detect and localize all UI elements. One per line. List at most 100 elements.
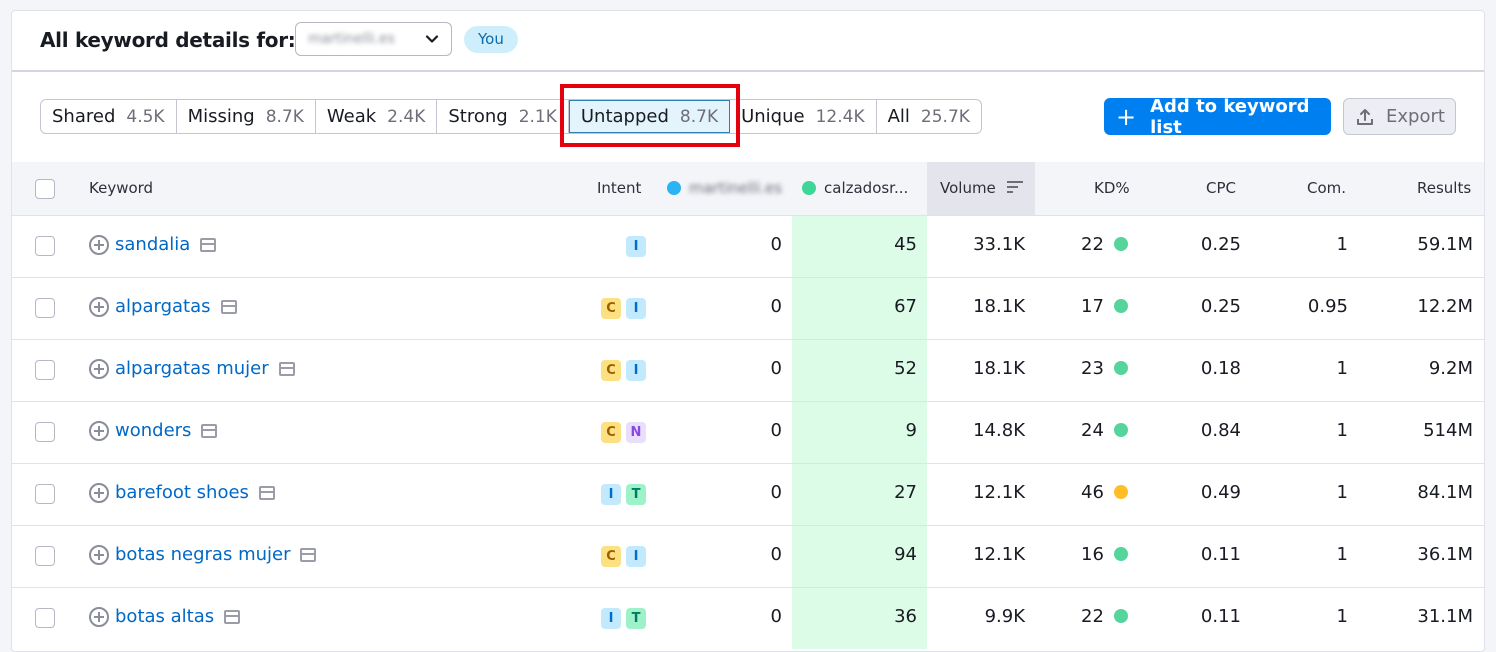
kd-cell: 46 bbox=[1081, 482, 1128, 503]
serp-features-icon[interactable] bbox=[278, 361, 295, 376]
add-keyword-icon[interactable] bbox=[89, 358, 109, 379]
volume-value: 33.1K bbox=[973, 234, 1025, 255]
domain2-position: 27 bbox=[894, 482, 917, 503]
serp-features-icon[interactable] bbox=[300, 547, 317, 562]
serp-features-icon[interactable] bbox=[201, 423, 218, 438]
column-header-intent[interactable]: Intent bbox=[597, 179, 641, 197]
results-value: 36.1M bbox=[1417, 544, 1473, 565]
tab-count: 4.5K bbox=[126, 106, 165, 127]
intent-badge: I bbox=[626, 236, 646, 257]
results-value: 59.1M bbox=[1417, 234, 1473, 255]
tab-unique[interactable]: Unique 12.4K bbox=[730, 100, 877, 133]
keyword-link[interactable]: sandalia bbox=[115, 234, 190, 255]
row-checkbox[interactable] bbox=[35, 360, 55, 380]
row-checkbox[interactable] bbox=[35, 484, 55, 504]
add-keyword-icon[interactable] bbox=[89, 234, 109, 255]
table-row: botas altas I T 0 36 9.9K 22 0.11 1 31.1M bbox=[12, 587, 1484, 649]
tab-weak[interactable]: Weak 2.4K bbox=[316, 100, 438, 133]
column-header-domain2[interactable]: calzadosr... bbox=[802, 179, 908, 197]
add-keyword-icon[interactable] bbox=[89, 296, 109, 317]
com-value: 1 bbox=[1336, 234, 1348, 255]
results-value: 31.1M bbox=[1417, 606, 1473, 627]
kd-difficulty-dot bbox=[1113, 609, 1128, 623]
kd-cell: 16 bbox=[1081, 544, 1128, 565]
domain-select[interactable]: martinelli.es bbox=[295, 22, 452, 56]
results-value: 12.2M bbox=[1417, 296, 1473, 317]
intent-badge: T bbox=[626, 484, 646, 505]
com-value: 1 bbox=[1336, 420, 1348, 441]
serp-features-icon[interactable] bbox=[200, 237, 217, 252]
domain1-position: 0 bbox=[770, 296, 782, 317]
keyword-cell: alpargatas mujer bbox=[89, 358, 295, 379]
domain1-position: 0 bbox=[770, 544, 782, 565]
keyword-cell: botas negras mujer bbox=[89, 544, 317, 565]
tab-all[interactable]: All 25.7K bbox=[877, 100, 981, 133]
intent-badge: C bbox=[601, 422, 621, 443]
domain1-position: 0 bbox=[770, 358, 782, 379]
column-header-results[interactable]: Results bbox=[1417, 179, 1471, 197]
card-header: All keyword details for: martinelli.es Y… bbox=[12, 11, 1484, 72]
you-badge: You bbox=[464, 26, 518, 53]
export-button[interactable]: Export bbox=[1343, 98, 1456, 135]
serp-features-icon[interactable] bbox=[220, 299, 237, 314]
tab-label: Strong bbox=[448, 106, 508, 127]
kd-value: 22 bbox=[1081, 606, 1104, 627]
table-row: alpargatas mujer C I 0 52 18.1K 23 0.18 1 9.2M bbox=[12, 339, 1484, 401]
add-keyword-icon[interactable] bbox=[89, 544, 109, 565]
com-value: 1 bbox=[1336, 544, 1348, 565]
add-keyword-icon[interactable] bbox=[89, 420, 109, 441]
table-header: Keyword Intent martinelli.es calzadosr..… bbox=[12, 162, 1484, 215]
keyword-link[interactable]: botas altas bbox=[115, 606, 214, 627]
table-row: sandalia I 0 45 33.1K 22 0.25 1 59.1M bbox=[12, 215, 1484, 277]
row-checkbox[interactable] bbox=[35, 236, 55, 256]
tab-strong[interactable]: Strong 2.1K bbox=[437, 100, 569, 133]
volume-label: Volume bbox=[940, 179, 996, 197]
intent-badges: CN bbox=[601, 422, 646, 443]
keyword-cell: barefoot shoes bbox=[89, 482, 275, 503]
volume-value: 12.1K bbox=[973, 544, 1025, 565]
domain2-label: calzadosr... bbox=[824, 179, 909, 197]
kd-cell: 22 bbox=[1081, 234, 1128, 255]
column-header-keyword[interactable]: Keyword bbox=[89, 179, 153, 197]
results-value: 84.1M bbox=[1417, 482, 1473, 503]
domain1-dot bbox=[667, 181, 681, 195]
domain2-position: 67 bbox=[894, 296, 917, 317]
page-title: All keyword details for: bbox=[40, 28, 296, 52]
tab-shared[interactable]: Shared 4.5K bbox=[41, 100, 177, 133]
cpc-value: 0.84 bbox=[1200, 420, 1241, 441]
keyword-link[interactable]: botas negras mujer bbox=[115, 544, 290, 565]
column-header-domain1[interactable]: martinelli.es bbox=[667, 179, 782, 197]
column-header-com[interactable]: Com. bbox=[1307, 179, 1346, 197]
keyword-link[interactable]: alpargatas mujer bbox=[115, 358, 269, 379]
keyword-link[interactable]: barefoot shoes bbox=[115, 482, 249, 503]
kd-cell: 22 bbox=[1081, 606, 1128, 627]
row-checkbox[interactable] bbox=[35, 546, 55, 566]
tab-missing[interactable]: Missing 8.7K bbox=[177, 100, 316, 133]
plus-icon: + bbox=[1116, 102, 1137, 131]
tab-count: 2.4K bbox=[387, 106, 426, 127]
results-value: 514M bbox=[1423, 420, 1473, 441]
column-header-kd[interactable]: KD% bbox=[1094, 179, 1130, 197]
com-value: 1 bbox=[1336, 606, 1348, 627]
domain2-position: 45 bbox=[894, 234, 917, 255]
select-all-checkbox[interactable] bbox=[35, 179, 55, 199]
keyword-link[interactable]: alpargatas bbox=[115, 296, 211, 317]
kd-difficulty-dot bbox=[1113, 299, 1128, 313]
serp-features-icon[interactable] bbox=[224, 609, 241, 624]
keyword-cell: alpargatas bbox=[89, 296, 237, 317]
serp-features-icon[interactable] bbox=[258, 485, 275, 500]
column-header-cpc[interactable]: CPC bbox=[1206, 179, 1236, 197]
cpc-value: 0.25 bbox=[1200, 234, 1241, 255]
tab-count: 25.7K bbox=[920, 106, 970, 127]
row-checkbox[interactable] bbox=[35, 298, 55, 318]
cpc-value: 0.25 bbox=[1200, 296, 1241, 317]
kd-difficulty-dot bbox=[1113, 361, 1128, 375]
row-checkbox[interactable] bbox=[35, 608, 55, 628]
table-row: botas negras mujer C I 0 94 12.1K 16 0.11 1 36.1M bbox=[12, 525, 1484, 587]
add-keyword-icon[interactable] bbox=[89, 482, 109, 503]
add-to-keyword-list-button[interactable]: + Add to keyword list bbox=[1104, 96, 1331, 138]
row-checkbox[interactable] bbox=[35, 422, 55, 442]
add-keyword-icon[interactable] bbox=[89, 606, 109, 627]
keyword-link[interactable]: wonders bbox=[115, 420, 191, 441]
column-header-volume[interactable]: Volume bbox=[940, 179, 1023, 197]
